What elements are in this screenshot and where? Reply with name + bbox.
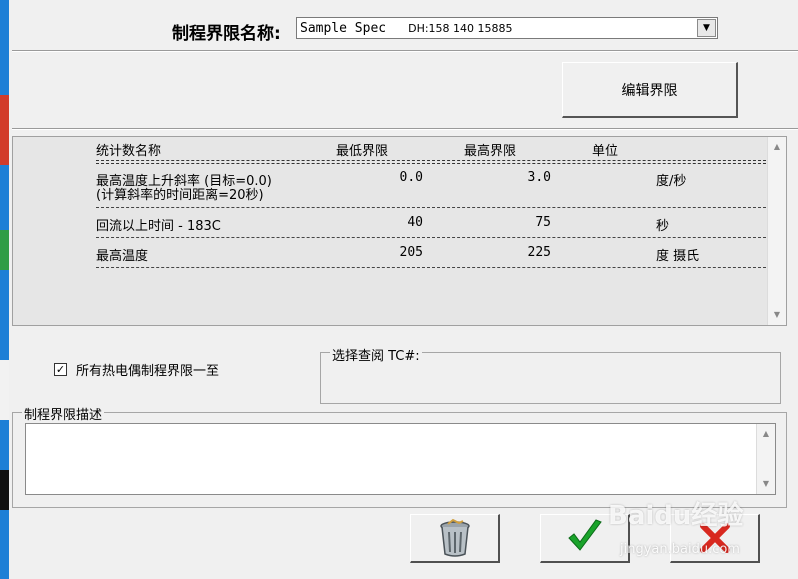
delete-button[interactable] xyxy=(410,514,500,563)
watermark-logo: Baidu经验 xyxy=(608,501,744,531)
table-scrollbar[interactable]: ▲ ▼ xyxy=(767,137,786,325)
edit-limits-button[interactable]: 编辑界限 xyxy=(562,62,738,118)
table-row-name: 最高温度 xyxy=(96,249,149,264)
separator xyxy=(12,128,798,130)
table-cell-unit: 秒 xyxy=(656,219,670,234)
select-tc-label: 选择查阅 TC#: xyxy=(330,345,422,364)
checkmark-icon xyxy=(567,519,602,551)
description-textarea[interactable]: ▲ ▼ xyxy=(25,423,776,495)
scroll-up-icon[interactable]: ▲ xyxy=(757,426,775,442)
table-cell-unit: 度 摄氏 xyxy=(656,249,700,264)
table-cell-unit: 度/秒 xyxy=(656,174,687,189)
table-cell-max: 3.0 xyxy=(527,170,551,185)
checkbox-box[interactable]: ✓ xyxy=(54,363,67,376)
column-header-unit: 单位 xyxy=(592,144,619,159)
table-cell-max: 225 xyxy=(527,245,551,260)
header-divider xyxy=(96,160,766,164)
scroll-down-icon[interactable]: ▼ xyxy=(757,476,775,492)
all-thermocouple-limits-checkbox[interactable]: ✓ 所有热电偶制程界限一至 xyxy=(54,360,219,379)
watermark-url: jingyan.baidu.com xyxy=(620,542,740,557)
chevron-down-icon[interactable]: ▼ xyxy=(697,19,716,37)
scroll-up-icon[interactable]: ▲ xyxy=(768,139,786,155)
column-header-name: 统计数名称 xyxy=(96,144,162,159)
description-scrollbar[interactable]: ▲ ▼ xyxy=(756,424,775,494)
column-header-min: 最低界限 xyxy=(336,144,389,159)
spec-name-extra: DH:158 140 15885 xyxy=(408,21,513,35)
limits-table: 统计数名称 最低界限 最高界限 单位 最高温度上升斜率 (目标=0.0) (计算… xyxy=(12,136,787,326)
separator xyxy=(12,50,798,52)
trash-icon xyxy=(439,518,470,557)
desktop-edge xyxy=(0,0,9,579)
column-header-max: 最高界限 xyxy=(464,144,517,159)
table-cell-max: 75 xyxy=(535,215,551,230)
spec-name-label: 制程界限名称: xyxy=(172,24,281,44)
table-row-name: 回流以上时间 - 183C xyxy=(96,219,221,234)
table-cell-min: 40 xyxy=(407,215,423,230)
scroll-down-icon[interactable]: ▼ xyxy=(768,307,786,323)
spec-name-value: Sample Spec DH:158 140 15885 xyxy=(300,20,513,36)
description-label: 制程界限描述 xyxy=(22,404,105,423)
spec-name-select[interactable]: Sample Spec DH:158 140 15885 ▼ xyxy=(296,17,718,39)
row-divider xyxy=(96,207,766,208)
table-cell-min: 0.0 xyxy=(399,170,423,185)
row-divider xyxy=(96,237,766,238)
table-row-subname: (计算斜率的时间距离=20秒) xyxy=(96,188,264,203)
table-cell-min: 205 xyxy=(399,245,423,260)
checkbox-label: 所有热电偶制程界限一至 xyxy=(76,364,220,379)
row-divider xyxy=(96,267,766,268)
